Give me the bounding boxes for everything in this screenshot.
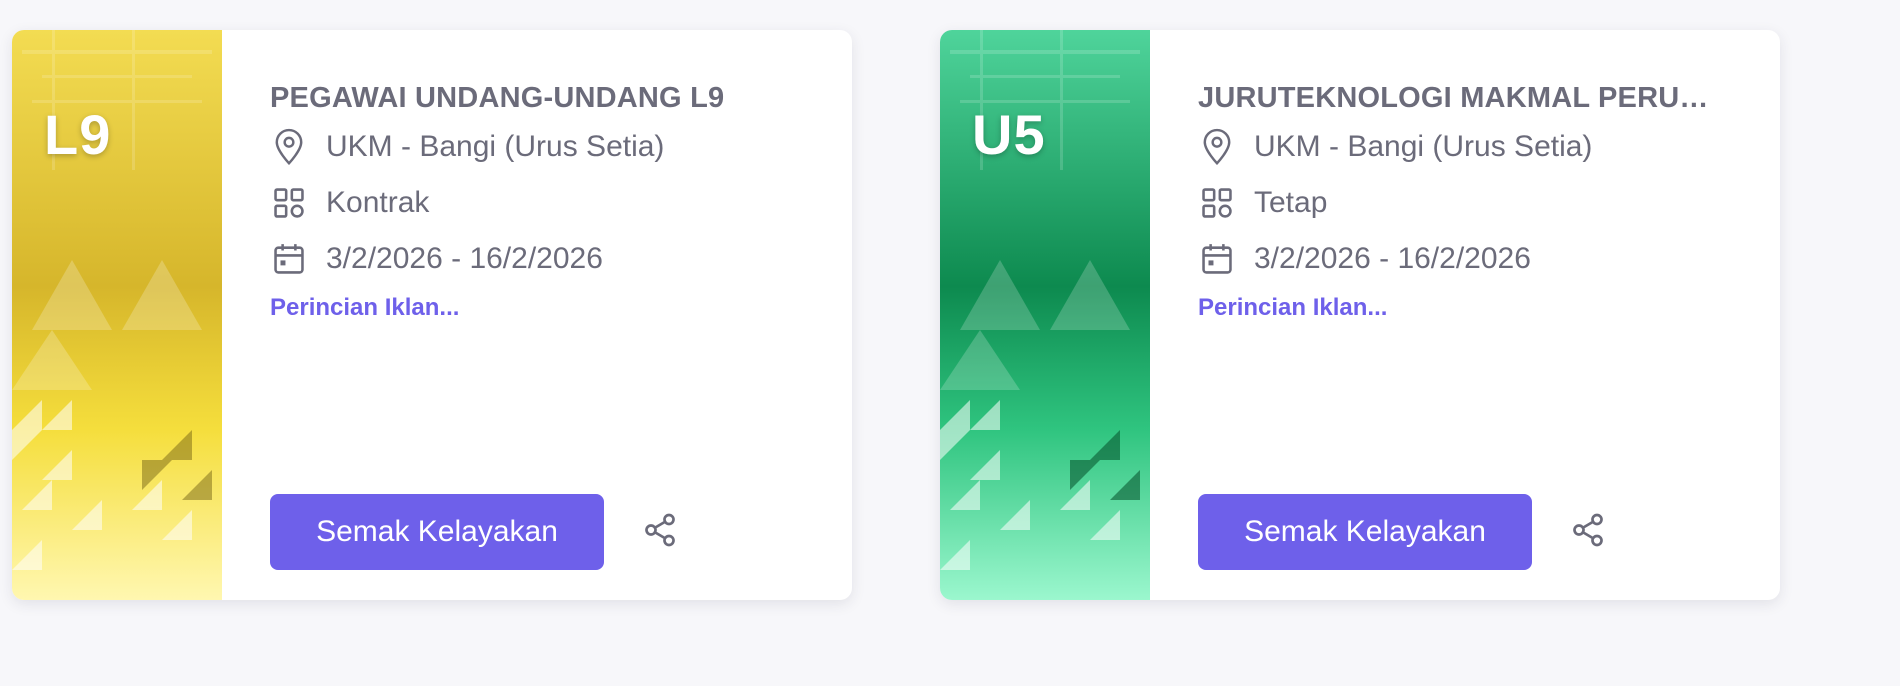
grid-icon [270,184,308,222]
job-date-range: 3/2/2026 - 16/2/2026 [1198,240,1531,278]
job-employment-type: Kontrak [270,184,429,222]
calendar-icon [270,240,308,278]
job-location: UKM - Bangi (Urus Setia) [1198,128,1592,166]
location-pin-icon [1198,128,1236,166]
share-icon[interactable] [1566,506,1610,554]
job-card-content: JURUTEKNOLOGI MAKMAL PERUBATAN U5 UKM - … [1198,30,1780,600]
job-card: U5 JURUTEKNOLOGI MAKMAL PERUBATAN U5 UKM… [940,30,1780,600]
job-employment-type: Tetap [1198,184,1327,222]
job-location-text: UKM - Bangi (Urus Setia) [1254,130,1593,163]
check-eligibility-button[interactable]: Semak Kelayakan [1198,494,1532,570]
job-date-range-text: 3/2/2026 - 16/2/2026 [326,242,603,275]
job-card-banner: U5 [940,30,1150,600]
job-title: PEGAWAI UNDANG-UNDANG L9 [270,82,725,114]
job-card-banner: L9 [12,30,222,600]
job-employment-type-text: Tetap [1254,186,1328,219]
details-link[interactable]: Perincian Iklan... [1198,294,1387,322]
job-title: JURUTEKNOLOGI MAKMAL PERUBATAN U5 [1198,82,1728,114]
grade-label: L9 [44,103,112,166]
grid-icon [1198,184,1236,222]
job-card-content: PEGAWAI UNDANG-UNDANG L9 UKM - Bangi (Ur… [270,30,852,600]
job-location: UKM - Bangi (Urus Setia) [270,128,664,166]
share-icon[interactable] [638,506,682,554]
job-employment-type-text: Kontrak [326,186,430,219]
location-pin-icon [270,128,308,166]
job-date-range-text: 3/2/2026 - 16/2/2026 [1254,242,1531,275]
job-location-text: UKM - Bangi (Urus Setia) [326,130,665,163]
calendar-icon [1198,240,1236,278]
job-card: L9 PEGAWAI UNDANG-UNDANG L9 UKM - Bangi … [12,30,852,600]
details-link[interactable]: Perincian Iklan... [270,294,459,322]
grade-label: U5 [972,103,1046,166]
job-date-range: 3/2/2026 - 16/2/2026 [270,240,603,278]
check-eligibility-button[interactable]: Semak Kelayakan [270,494,604,570]
